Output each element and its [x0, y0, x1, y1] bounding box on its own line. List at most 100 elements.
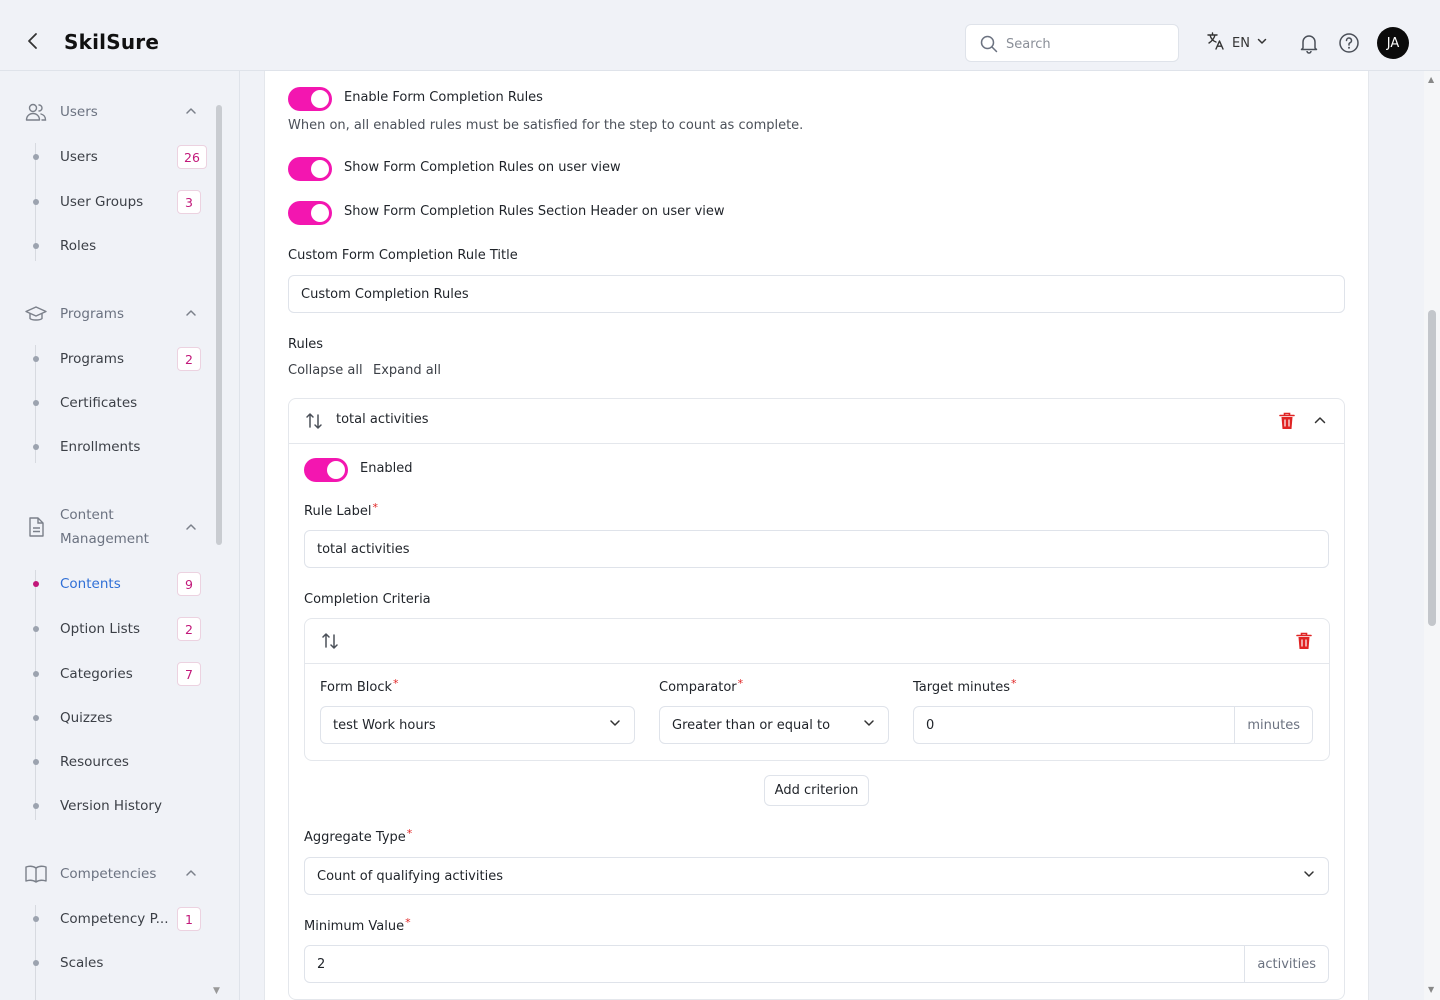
sidebar-group-label: Users [60, 104, 98, 120]
nav-dot [33, 154, 39, 160]
nav-dot [33, 671, 39, 677]
required-asterisk: * [406, 827, 413, 840]
minimum-value-label: Minimum Value* [304, 916, 411, 934]
nav-dot [33, 960, 39, 966]
count-badge: 26 [177, 145, 207, 169]
rule-enabled-toggle[interactable] [304, 458, 348, 482]
graduation-cap-icon [24, 302, 48, 326]
sidebar-item-label: Enrollments [60, 439, 141, 455]
target-minutes-label: Target minutes* [913, 677, 1017, 695]
chevron-down-icon [608, 716, 622, 734]
document-icon [24, 515, 48, 539]
sidebar-item-label: Certificates [60, 395, 138, 411]
required-asterisk: * [372, 501, 379, 514]
nav-track [35, 570, 36, 820]
count-badge: 3 [177, 190, 201, 214]
back-arrow-icon[interactable] [22, 30, 44, 52]
sidebar-item-competency-profiles[interactable]: Competency P... 1 [24, 905, 204, 933]
sidebar-item-user-groups[interactable]: User Groups 3 [24, 188, 204, 216]
sidebar-item-label: Roles [60, 238, 97, 254]
add-criterion-button[interactable]: Add criterion [764, 775, 869, 806]
sidebar-group-competencies[interactable]: Competencies [24, 862, 204, 886]
expand-all-link[interactable]: Expand all [373, 363, 441, 378]
custom-title-input[interactable] [288, 275, 1345, 313]
sidebar-group-content-management[interactable]: Content Management [24, 503, 204, 551]
sidebar-item-resources[interactable]: Resources [24, 748, 204, 776]
sidebar-group-programs[interactable]: Programs [24, 302, 204, 326]
aggregate-type-select[interactable]: Count of qualifying activities [304, 857, 1329, 895]
sidebar-item-users[interactable]: Users 26 [24, 143, 207, 171]
sidebar-item-option-lists[interactable]: Option Lists 2 [24, 615, 204, 643]
completion-criteria-label: Completion Criteria [304, 592, 431, 607]
minimum-value-field: activities [304, 945, 1329, 983]
avatar[interactable]: JA [1377, 27, 1409, 59]
required-asterisk: * [1010, 677, 1017, 690]
sidebar-item-version-history[interactable]: Version History [24, 792, 204, 820]
rule-label-input[interactable] [304, 530, 1329, 568]
sidebar-item-categories[interactable]: Categories 7 [24, 660, 204, 688]
sidebar-item-label: Version History [60, 798, 162, 814]
search-input[interactable] [1006, 34, 1166, 54]
collapse-all-link[interactable]: Collapse all [288, 363, 363, 378]
sidebar-scrollbar[interactable] [216, 105, 222, 545]
comparator-label-text: Comparator [659, 680, 737, 695]
chevron-down-icon [1256, 35, 1268, 51]
scroll-down-icon[interactable]: ▼ [213, 986, 220, 996]
sidebar-item-contents[interactable]: Contents 9 [24, 570, 204, 598]
sidebar-item-enrollments[interactable]: Enrollments [24, 433, 204, 461]
show-rules-toggle[interactable] [288, 157, 332, 181]
sidebar-item-programs[interactable]: Programs 2 [24, 345, 204, 373]
chevron-down-icon [862, 716, 876, 734]
sidebar-item-scales[interactable]: Scales [24, 949, 204, 977]
nav-dot [33, 356, 39, 362]
nav-dot [33, 199, 39, 205]
help-icon[interactable] [1338, 32, 1360, 58]
sidebar-group-label-line2: Management [60, 531, 149, 547]
trash-icon[interactable] [1279, 412, 1295, 430]
scroll-up-icon[interactable]: ▲ [1428, 75, 1434, 84]
required-asterisk: * [393, 677, 399, 690]
minutes-suffix: minutes [1234, 707, 1312, 743]
rules-heading: Rules [288, 337, 324, 352]
reorder-arrows-icon[interactable] [320, 631, 340, 651]
translate-icon [1206, 31, 1226, 55]
scroll-down-icon[interactable]: ▼ [1428, 985, 1434, 994]
count-badge: 1 [177, 907, 201, 931]
rule-label-label: Rule Label* [304, 501, 379, 519]
sidebar-item-label: Users [60, 149, 98, 165]
sidebar-item-certificates[interactable]: Certificates [24, 389, 204, 417]
sidebar-group-users[interactable]: Users [24, 100, 204, 124]
sidebar-item-roles[interactable]: Roles [24, 232, 204, 260]
nav-dot [33, 803, 39, 809]
language-selector[interactable]: EN [1206, 32, 1268, 54]
page-scrollbar-thumb[interactable] [1428, 310, 1436, 626]
chevron-up-icon[interactable] [1313, 413, 1327, 427]
enable-rules-help-text: When on, all enabled rules must be satis… [288, 118, 804, 133]
nav-dot [33, 715, 39, 721]
chevron-up-icon [184, 104, 198, 122]
show-header-toggle[interactable] [288, 201, 332, 225]
sidebar-item-label: Resources [60, 754, 129, 770]
minimum-value-input[interactable] [305, 946, 1245, 982]
comparator-select[interactable]: Greater than or equal to [659, 706, 889, 744]
sidebar-group-label-line1: Content [60, 507, 114, 523]
sidebar-item-label: Competency P... [60, 911, 169, 927]
nav-dot [33, 626, 39, 632]
sidebar-item-quizzes[interactable]: Quizzes [24, 704, 204, 732]
top-bar: SkilSure EN JA [0, 0, 1440, 71]
nav-dot [33, 916, 39, 922]
app-title: SkilSure [64, 30, 160, 54]
chevron-up-icon [184, 306, 198, 324]
form-block-select[interactable]: test Work hours [320, 706, 635, 744]
reorder-arrows-icon[interactable] [304, 411, 324, 431]
rule-card-header[interactable]: total activities [289, 399, 1344, 444]
enable-rules-toggle[interactable] [288, 87, 332, 111]
target-minutes-input[interactable] [914, 707, 1235, 743]
count-badge: 9 [177, 572, 201, 596]
criterion-header [305, 619, 1329, 664]
trash-icon[interactable] [1296, 632, 1312, 650]
chevron-up-icon [184, 520, 198, 538]
sidebar-group-label: Competencies [60, 866, 157, 882]
search-box[interactable] [965, 24, 1179, 62]
bell-icon[interactable] [1298, 32, 1320, 58]
